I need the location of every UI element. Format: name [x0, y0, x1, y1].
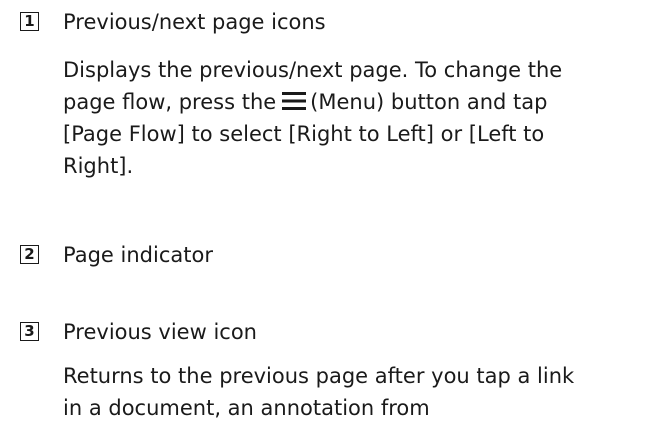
item-title: Previous view icon	[63, 320, 257, 344]
item-number-badge: 3	[20, 322, 39, 341]
list-item-2: 2 Page indicator	[20, 241, 660, 275]
description-line: Returns to the previous page after you t…	[63, 364, 575, 388]
list-item-3: 3 Previous view icon Returns to the prev…	[20, 318, 660, 420]
description-line: page flow, press the (Menu) button and ta…	[63, 86, 653, 118]
description-text: page flow, press the	[63, 90, 277, 114]
item-title: Page indicator	[63, 243, 213, 267]
description-line: [Page Flow] to select [Right to Left] or…	[63, 122, 545, 146]
item-heading: 1 Previous/next page icons	[20, 8, 660, 42]
item-description: Displays the previous/next page. To chan…	[63, 54, 653, 182]
description-line: Displays the previous/next page. To chan…	[63, 58, 563, 82]
description-line: Right].	[63, 154, 134, 178]
item-heading: 3 Previous view icon	[20, 318, 660, 352]
item-description: Returns to the previous page after you t…	[63, 360, 653, 424]
description-text: (Menu) button and tap	[310, 90, 548, 114]
item-title: Previous/next page icons	[63, 10, 326, 34]
item-number-badge: 1	[20, 12, 39, 31]
item-heading: 2 Page indicator	[20, 241, 660, 275]
list-item-1: 1 Previous/next page icons Displays the …	[20, 8, 660, 178]
item-number-badge: 2	[20, 245, 39, 264]
description-line: in a document, an annotation from	[63, 396, 430, 420]
menu-icon	[282, 87, 307, 110]
